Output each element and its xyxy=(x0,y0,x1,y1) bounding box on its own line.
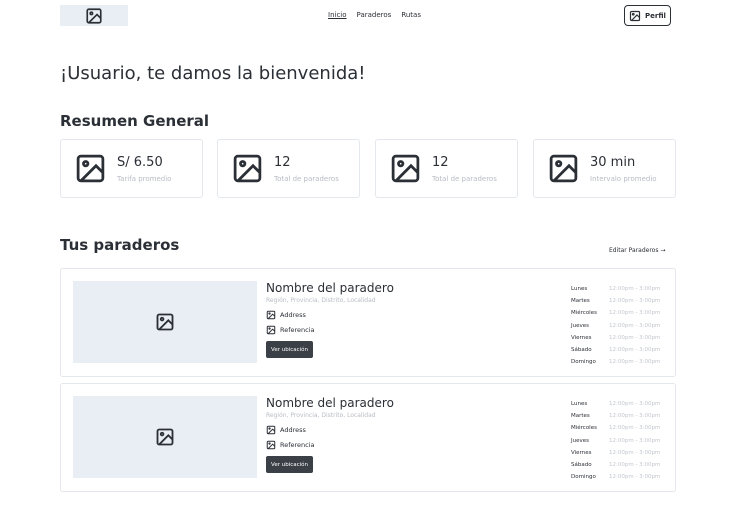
schedule-row: Martes 12:00pm - 3:00pm xyxy=(571,410,660,422)
summary-value: S/ 6.50 xyxy=(117,155,163,170)
image-icon xyxy=(156,428,174,446)
schedule-hours: 12:00pm - 3:00pm xyxy=(609,425,661,432)
stop-schedule: Lunes 12:00pm - 3:00pm Martes 12:00pm - 3:… xyxy=(571,398,660,483)
stop-region: Región, Provincia, Distrito, Localidad xyxy=(266,297,376,304)
image-icon xyxy=(266,440,276,450)
edit-stops-link[interactable]: Editar Paraderos → xyxy=(609,247,665,254)
profile-button[interactable]: Perfil xyxy=(624,5,671,26)
stop-name: Nombre del paradero xyxy=(266,281,394,295)
logo[interactable] xyxy=(60,5,128,26)
stop-address-text: Address xyxy=(280,426,306,434)
view-location-button[interactable]: Ver ubicación xyxy=(266,456,314,473)
schedule-hours: 12:00pm - 3:00pm xyxy=(609,298,661,305)
schedule-day: Lunes xyxy=(571,401,588,408)
schedule-day: Domingo xyxy=(571,474,596,481)
nav-item-paraderos[interactable]: Paraderos xyxy=(357,11,392,19)
stop-address: Address xyxy=(266,310,306,320)
nav-item-rutas[interactable]: Rutas xyxy=(401,11,421,19)
schedule-day: Sábado xyxy=(571,347,592,354)
profile-label: Perfil xyxy=(645,11,666,20)
schedule-row: Miércoles 12:00pm - 3:00pm xyxy=(571,422,660,434)
main-nav: Inicio Paraderos Rutas xyxy=(328,11,421,19)
stop-reference: Referencia xyxy=(266,325,315,335)
schedule-hours: 12:00pm - 3:00pm xyxy=(609,359,661,366)
image-icon xyxy=(549,154,578,183)
summary-card-interval: 30 min Intervalo promedio xyxy=(533,139,676,198)
schedule-row: Jueves 12:00pm - 3:00pm xyxy=(571,320,660,332)
schedule-day: Viernes xyxy=(571,449,592,456)
stop-card: Nombre del paradero Región, Provincia, D… xyxy=(60,383,676,492)
schedule-hours: 12:00pm - 3:00pm xyxy=(609,334,661,341)
stop-card: Nombre del paradero Región, Provincia, D… xyxy=(60,268,676,377)
schedule-hours: 12:00pm - 3:00pm xyxy=(609,347,661,354)
schedule-row: Lunes 12:00pm - 3:00pm xyxy=(571,398,660,410)
summary-card-stops: 12 Total de paraderos xyxy=(217,139,360,198)
view-location-button[interactable]: Ver ubicación xyxy=(266,341,314,358)
stop-reference-text: Referencia xyxy=(280,326,315,334)
summary-card-fare: S/ 6.50 Tarifa promedio xyxy=(60,139,203,198)
summary-label: Total de paraderos xyxy=(432,175,497,183)
image-icon xyxy=(233,154,262,183)
stop-image xyxy=(73,281,257,363)
stop-image xyxy=(73,396,257,478)
image-icon xyxy=(266,325,276,335)
summary-value: 30 min xyxy=(590,155,636,170)
schedule-day: Domingo xyxy=(571,359,596,366)
image-icon xyxy=(86,7,102,24)
schedule-row: Miércoles 12:00pm - 3:00pm xyxy=(571,307,660,319)
stop-region: Región, Provincia, Distrito, Localidad xyxy=(266,412,376,419)
stop-reference: Referencia xyxy=(266,440,315,450)
stop-address: Address xyxy=(266,425,306,435)
summary-card-stops-2: 12 Total de paraderos xyxy=(375,139,518,198)
schedule-day: Martes xyxy=(571,413,590,420)
summary-label: Intervalo promedio xyxy=(590,175,657,183)
stop-name: Nombre del paradero xyxy=(266,396,394,410)
schedule-row: Lunes 12:00pm - 3:00pm xyxy=(571,283,660,295)
schedule-day: Viernes xyxy=(571,334,592,341)
stops-title: Tus paraderos xyxy=(60,236,180,254)
image-icon xyxy=(76,154,105,183)
nav-item-inicio[interactable]: Inicio xyxy=(328,11,347,19)
schedule-hours: 12:00pm - 3:00pm xyxy=(609,474,661,481)
schedule-hours: 12:00pm - 3:00pm xyxy=(609,286,661,293)
page-title: ¡Usuario, te damos la bienvenida! xyxy=(60,63,366,84)
schedule-hours: 12:00pm - 3:00pm xyxy=(609,310,661,317)
stop-schedule: Lunes 12:00pm - 3:00pm Martes 12:00pm - 3:… xyxy=(571,283,660,368)
schedule-row: Martes 12:00pm - 3:00pm xyxy=(571,295,660,307)
image-icon xyxy=(266,310,276,320)
schedule-hours: 12:00pm - 3:00pm xyxy=(609,462,661,469)
schedule-row: Viernes 12:00pm - 3:00pm xyxy=(571,332,660,344)
schedule-day: Sábado xyxy=(571,462,592,469)
schedule-hours: 12:00pm - 3:00pm xyxy=(609,437,661,444)
stop-address-text: Address xyxy=(280,311,306,319)
image-icon xyxy=(266,425,276,435)
schedule-row: Viernes 12:00pm - 3:00pm xyxy=(571,447,660,459)
schedule-row: Domingo 12:00pm - 3:00pm xyxy=(571,356,660,368)
image-icon xyxy=(156,313,174,331)
schedule-day: Martes xyxy=(571,298,590,305)
summary-value: 12 xyxy=(432,155,449,170)
schedule-row: Jueves 12:00pm - 3:00pm xyxy=(571,435,660,447)
schedule-day: Jueves xyxy=(571,322,589,329)
schedule-day: Lunes xyxy=(571,286,588,293)
summary-label: Tarifa promedio xyxy=(117,175,172,183)
schedule-row: Domingo 12:00pm - 3:00pm xyxy=(571,471,660,483)
schedule-hours: 12:00pm - 3:00pm xyxy=(609,413,661,420)
summary-title: Resumen General xyxy=(60,112,210,130)
stop-reference-text: Referencia xyxy=(280,441,315,449)
image-icon xyxy=(629,10,641,21)
schedule-hours: 12:00pm - 3:00pm xyxy=(609,449,661,456)
image-icon xyxy=(391,154,420,183)
schedule-row: Sábado 12:00pm - 3:00pm xyxy=(571,344,660,356)
schedule-day: Jueves xyxy=(571,437,589,444)
summary-value: 12 xyxy=(274,155,291,170)
schedule-hours: 12:00pm - 3:00pm xyxy=(609,322,661,329)
schedule-row: Sábado 12:00pm - 3:00pm xyxy=(571,459,660,471)
schedule-hours: 12:00pm - 3:00pm xyxy=(609,401,661,408)
summary-label: Total de paraderos xyxy=(274,175,339,183)
schedule-day: Miércoles xyxy=(571,310,597,317)
schedule-day: Miércoles xyxy=(571,425,597,432)
